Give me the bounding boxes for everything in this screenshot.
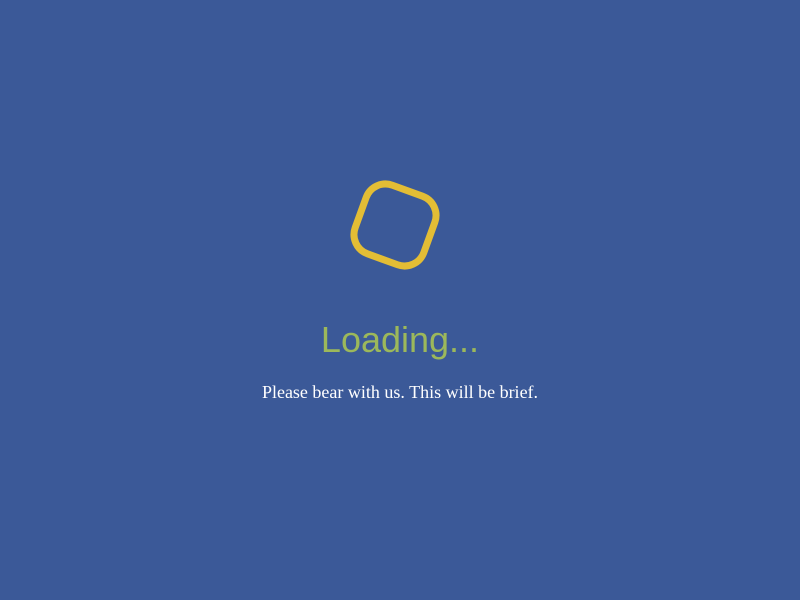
loading-container: Loading... Please bear with us. This wil…: [0, 0, 800, 600]
loading-message: Please bear with us. This will be brief.: [261, 382, 539, 402]
spinner-icon: [343, 173, 447, 277]
loading-title: Loading...: [320, 319, 480, 360]
loading-screen: { "loading": { "title": "Loading...", "s…: [0, 0, 800, 600]
